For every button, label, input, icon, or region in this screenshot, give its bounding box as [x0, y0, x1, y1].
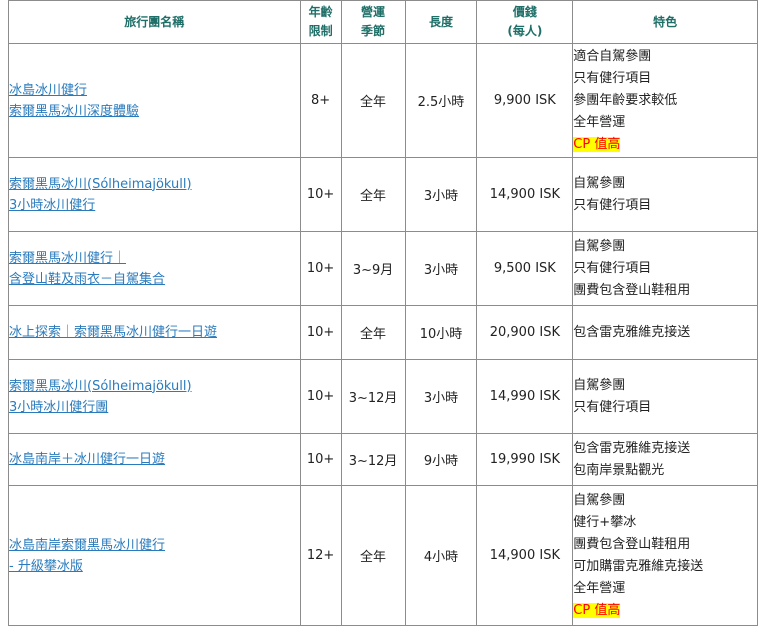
features-cell: 自駕參團只有健行項目團費包含登山鞋租用 [573, 232, 758, 306]
tour-link[interactable]: 索爾黑馬冰川(Sólheimajökull) [9, 177, 192, 192]
feature-item: 自駕參團 [573, 492, 626, 508]
length-cell: 3小時 [405, 158, 478, 232]
table-row: 冰島冰川健行 索爾黑馬冰川深度體驗 8+ 全年 2.5小時 9,900 ISK 適合自駕參團… [9, 44, 758, 158]
features-cell: 包含雷克雅維克接送 包南岸景點觀光 [573, 434, 758, 486]
header-name: 旅行團名稱 [9, 1, 301, 44]
feature-item: 包含雷克雅維克接送 [573, 324, 691, 340]
length-cell: 9小時 [405, 434, 478, 486]
features-cell: 自駕參團只有健行項目 [573, 158, 758, 232]
feature-item: 團費包含登山鞋租用 [573, 282, 691, 298]
header-length: 長度 [405, 1, 478, 44]
table-row: 索爾黑馬冰川健行｜ 含登山鞋及雨衣－自駕集合 10+ 3~9月 3小時 9,500 ISK… [9, 232, 758, 306]
cp-value-badge: CP 值高 [573, 602, 621, 618]
feature-item: 可加購雷克雅維克接送 [573, 558, 704, 574]
season-cell: 全年 [341, 44, 406, 158]
tour-name-cell: 冰島冰川健行索爾黑馬冰川深度體驗 [9, 44, 301, 158]
tour-link[interactable]: 冰島冰川健行 [9, 83, 87, 98]
age-cell: 10+ [300, 232, 342, 306]
tour-name-cell: 索爾黑馬冰川(Sólheimajökull) 3小時冰川健行 [9, 158, 301, 232]
feature-item: 自駕參團 [573, 175, 626, 191]
feature-item: 包含雷克雅維克接送 [573, 440, 691, 456]
tour-link[interactable]: 冰島南岸＋冰川健行一日遊 [9, 452, 165, 467]
features-cell: 自駕參團健行+攀冰團費包含登山鞋租用 可加購雷克雅維克接送 全年營運 CP 值高 [573, 486, 758, 626]
tour-link[interactable]: 索爾黑馬冰川健行｜ [9, 251, 126, 266]
tour-link[interactable]: 索爾黑馬冰川(Sólheimajökull) [9, 379, 192, 394]
feature-item: 自駕參團 [573, 377, 626, 393]
features-cell: 適合自駕參團 只有健行項目參團年齡要求較低 全年營運 CP 值高 [573, 44, 758, 158]
table-row: 冰島南岸索爾黑馬冰川健行 - 升級攀冰版 12+ 全年 4小時 14,900 ISK 自駕參… [9, 486, 758, 626]
season-cell: 3~12月 [341, 434, 406, 486]
feature-item: 只有健行項目 [573, 197, 652, 213]
price-cell: 20,900 ISK [477, 306, 574, 360]
tour-link[interactable]: 含登山鞋及雨衣－自駕集合 [9, 272, 165, 287]
age-cell: 10+ [300, 158, 342, 232]
season-cell: 3~9月 [341, 232, 406, 306]
tour-name-cell: 冰島南岸＋冰川健行一日遊 [9, 434, 301, 486]
age-cell: 10+ [300, 360, 342, 434]
header-row: 旅行團名稱 年齡 限制 營運 季節 長度 價錢 (每人) 特色 [9, 1, 758, 44]
table-row: 冰上探索｜索爾黑馬冰川健行一日遊 10+ 全年 10小時 20,900 ISK 包含雷克雅… [9, 306, 758, 360]
season-cell: 全年 [341, 158, 406, 232]
feature-item: 包南岸景點觀光 [573, 462, 665, 478]
header-price: 價錢 (每人) [477, 1, 574, 44]
table-row: 索爾黑馬冰川(Sólheimajökull) 3小時冰川健行 10+ 全年 3小時 14,… [9, 158, 758, 232]
length-cell: 3小時 [405, 360, 478, 434]
tour-name-cell: 冰上探索｜索爾黑馬冰川健行一日遊 [9, 306, 301, 360]
age-cell: 8+ [300, 44, 342, 158]
tour-name-cell: 冰島南岸索爾黑馬冰川健行 - 升級攀冰版 [9, 486, 301, 626]
season-cell: 全年 [341, 306, 406, 360]
feature-item: 全年營運 [573, 114, 626, 130]
age-cell: 12+ [300, 486, 342, 626]
price-cell: 19,990 ISK [477, 434, 574, 486]
features-cell: 包含雷克雅維克接送 [573, 306, 758, 360]
tour-name-cell: 索爾黑馬冰川健行｜ 含登山鞋及雨衣－自駕集合 [9, 232, 301, 306]
tour-link[interactable]: 3小時冰川健行 [9, 198, 95, 213]
tour-link[interactable]: 3小時冰川健行團 [9, 400, 108, 415]
cp-value-badge: CP 值高 [573, 136, 621, 152]
header-features: 特色 [573, 1, 758, 44]
table-row: 索爾黑馬冰川(Sólheimajökull) 3小時冰川健行團 10+ 3~12月 3小… [9, 360, 758, 434]
tour-link[interactable]: 冰上探索｜索爾黑馬冰川健行一日遊 [9, 325, 217, 340]
feature-item: 只有健行項目 [573, 399, 652, 415]
age-cell: 10+ [300, 306, 342, 360]
feature-item: 參團年齡要求較低 [573, 92, 678, 108]
age-cell: 10+ [300, 434, 342, 486]
season-cell: 3~12月 [341, 360, 406, 434]
feature-item: 適合自駕參團 [573, 48, 652, 64]
price-cell: 9,500 ISK [477, 232, 574, 306]
season-cell: 全年 [341, 486, 406, 626]
tour-link[interactable]: - 升級攀冰版 [9, 559, 83, 574]
feature-item: 自駕參團 [573, 238, 626, 254]
length-cell: 10小時 [405, 306, 478, 360]
length-cell: 2.5小時 [405, 44, 478, 158]
length-cell: 4小時 [405, 486, 478, 626]
tour-comparison-table: 旅行團名稱 年齡 限制 營運 季節 長度 價錢 (每人) 特色 冰島冰川健行索爾黑馬冰… [8, 0, 758, 626]
feature-item: 只有健行項目 [573, 70, 652, 86]
tour-link[interactable]: 索爾黑馬冰川深度體驗 [9, 104, 139, 119]
tour-name-cell: 索爾黑馬冰川(Sólheimajökull) 3小時冰川健行團 [9, 360, 301, 434]
features-cell: 自駕參團只有健行項目 [573, 360, 758, 434]
feature-item: 健行+攀冰 [573, 514, 637, 530]
header-season: 營運 季節 [341, 1, 406, 44]
price-cell: 14,900 ISK [477, 486, 574, 626]
price-cell: 14,900 ISK [477, 158, 574, 232]
feature-item: 只有健行項目 [573, 260, 652, 276]
table-row: 冰島南岸＋冰川健行一日遊 10+ 3~12月 9小時 19,990 ISK 包含雷克雅維克… [9, 434, 758, 486]
price-cell: 14,990 ISK [477, 360, 574, 434]
price-cell: 9,900 ISK [477, 44, 574, 158]
feature-item: 團費包含登山鞋租用 [573, 536, 691, 552]
length-cell: 3小時 [405, 232, 478, 306]
header-age: 年齡 限制 [300, 1, 342, 44]
feature-item: 全年營運 [573, 580, 626, 596]
tour-link[interactable]: 冰島南岸索爾黑馬冰川健行 [9, 538, 165, 553]
